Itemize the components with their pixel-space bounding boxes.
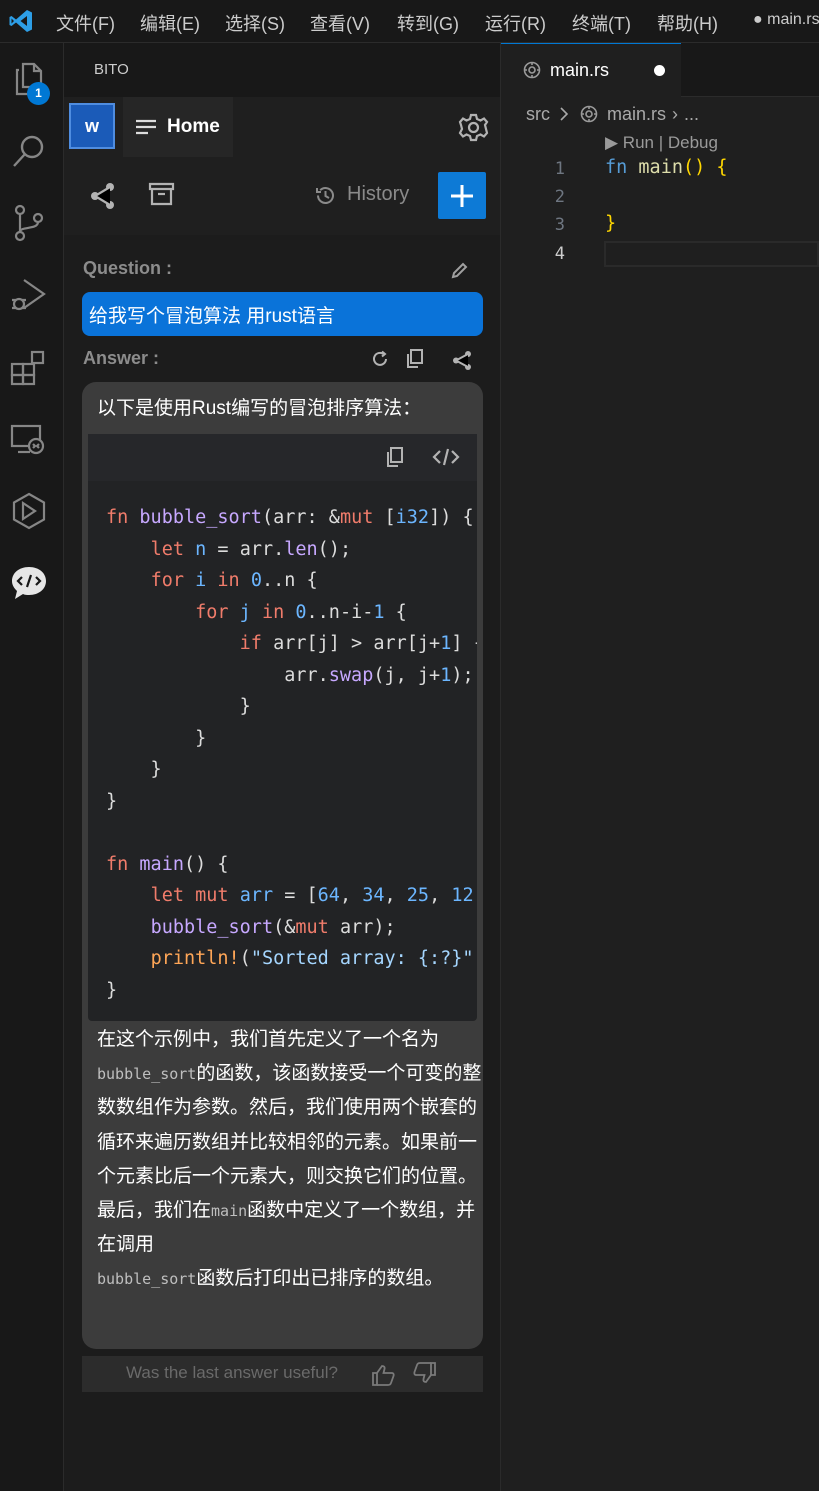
source-control-icon[interactable] — [8, 202, 50, 244]
answer-intro: 以下是使用Rust编写的冒泡排序算法： — [97, 398, 422, 419]
bito-toolbar — [64, 157, 500, 235]
hexagon-icon[interactable] — [8, 490, 50, 532]
feedback-question: Was the last answer useful? — [126, 1363, 338, 1382]
line-number: 2 — [554, 187, 565, 207]
copy-icon[interactable] — [406, 349, 424, 368]
explorer-badge: 1 — [27, 82, 50, 105]
window-title: ● main.rs — [753, 11, 819, 28]
activity-bar — [0, 43, 64, 1491]
editor-line-1[interactable]: fn main() { — [605, 157, 728, 178]
code-insert-icon[interactable] — [432, 447, 460, 467]
bito-chat-icon[interactable] — [8, 562, 50, 604]
line-number-current: 4 — [554, 244, 565, 264]
breadcrumb-file-name: main.rs — [607, 104, 667, 124]
vscode-logo-icon[interactable] — [8, 8, 34, 34]
menu-file[interactable]: 文件(F) — [56, 10, 115, 36]
extensions-icon[interactable] — [8, 346, 50, 388]
inline-code: main — [211, 1202, 248, 1221]
answer-explanation: 在这个示例中，我们首先定义了一个名为bubble_sort的函数，该函数接受一个… — [97, 1023, 482, 1297]
settings-gear-icon[interactable] — [458, 112, 489, 143]
question-text: 给我写个冒泡算法 用rust语言 — [89, 306, 335, 327]
inline-code: bubble_sort — [97, 1065, 197, 1084]
code-block-header — [88, 434, 477, 481]
user-avatar[interactable]: w — [69, 103, 115, 149]
share-icon[interactable] — [89, 182, 117, 210]
code-content[interactable]: fn bubble_sort(arr: &mut [i32]) { let n … — [106, 502, 477, 1006]
breadcrumb-src[interactable]: src — [526, 104, 550, 125]
editor-line-3[interactable]: } — [605, 213, 616, 234]
menu-edit[interactable]: 编辑(E) — [140, 10, 200, 36]
menu-lines-icon — [136, 119, 156, 135]
trash-icon[interactable] — [148, 180, 175, 208]
menu-run[interactable]: 运行(R) — [485, 10, 546, 36]
explanation-text: 的函数，该函数接受一个可变的整数数组作为参数。然后，我们使用两个嵌套的循环来遍历… — [97, 1063, 482, 1222]
home-tab-label: Home — [167, 116, 220, 137]
run-debug-icon[interactable] — [8, 274, 50, 316]
copy-code-icon[interactable] — [386, 447, 404, 467]
thumbs-down-icon[interactable] — [413, 1362, 436, 1384]
breadcrumb-file[interactable]: main.rs ›... — [607, 104, 699, 125]
new-chat-button[interactable] — [438, 172, 486, 219]
menu-view[interactable]: 查看(V) — [310, 10, 370, 36]
rust-file-icon — [523, 61, 541, 79]
plus-icon — [451, 185, 473, 207]
history-button[interactable]: History — [347, 183, 409, 206]
explanation-text: 函数后打印出已排序的数组。 — [196, 1268, 444, 1290]
menu-go[interactable]: 转到(G) — [397, 10, 459, 36]
regenerate-icon[interactable] — [371, 350, 389, 368]
share-answer-icon[interactable] — [452, 350, 473, 371]
thumbs-up-icon[interactable] — [372, 1364, 395, 1386]
rust-file-icon — [580, 105, 598, 123]
tab-bar — [681, 43, 819, 97]
remote-explorer-icon[interactable] — [8, 418, 50, 460]
answer-label: Answer : — [83, 348, 160, 368]
tab-label: main.rs — [550, 60, 610, 80]
breadcrumb-symbol[interactable]: ... — [684, 104, 699, 124]
code-block: fn bubble_sort(arr: &mut [i32]) { let n … — [88, 434, 477, 1021]
history-icon[interactable] — [315, 185, 336, 206]
sidebar-title: BITO — [94, 61, 129, 78]
question-label: Question : — [83, 258, 172, 278]
unsaved-dot-icon[interactable] — [654, 65, 665, 76]
search-icon[interactable] — [8, 130, 50, 172]
inline-code: bubble_sort — [97, 1270, 197, 1289]
menu-selection[interactable]: 选择(S) — [225, 10, 285, 36]
menu-help[interactable]: 帮助(H) — [657, 10, 718, 36]
codelens-run-debug[interactable]: ▶ Run | Debug — [605, 133, 718, 153]
line-number: 3 — [554, 215, 565, 235]
current-line-highlight — [604, 241, 819, 267]
chevron-right-icon — [560, 107, 569, 121]
edit-pencil-icon[interactable] — [451, 262, 468, 279]
explanation-text: 在这个示例中，我们首先定义了一个名为 — [97, 1029, 440, 1050]
line-number: 1 — [554, 159, 565, 179]
menu-terminal[interactable]: 终端(T) — [572, 10, 631, 36]
